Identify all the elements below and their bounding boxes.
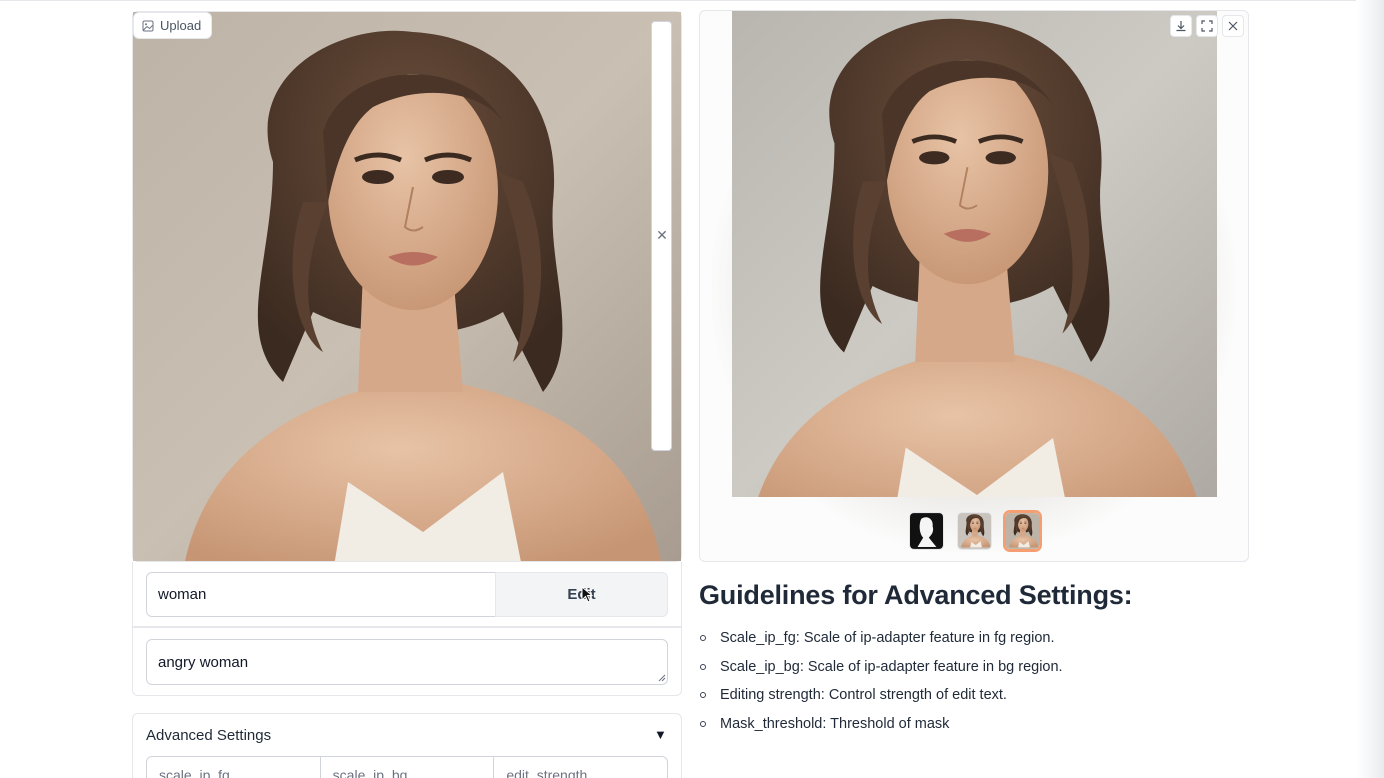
mouse-cursor-icon — [581, 586, 593, 603]
bullet-icon — [700, 692, 706, 699]
edit-strength-field[interactable]: edit_strength — [494, 757, 667, 778]
bullet-icon — [700, 721, 706, 728]
list-item: Mask_threshold: Threshold of mask — [700, 710, 1063, 739]
guidelines-list: Scale_ip_fg: Scale of ip-adapter feature… — [700, 624, 1063, 738]
list-item: Scale_ip_bg: Scale of ip-adapter feature… — [700, 653, 1063, 682]
gallery-toolbar — [1170, 15, 1244, 37]
scale-ip-bg-field[interactable]: scale_ip_bg — [321, 757, 495, 778]
close-icon[interactable]: ✕ — [655, 228, 669, 242]
scale-ip-fg-field[interactable]: scale_ip_fg — [147, 757, 321, 778]
input-image — [133, 12, 681, 561]
output-image[interactable] — [732, 11, 1217, 497]
gallery-thumbnails — [909, 510, 1042, 552]
guidelines-heading: Guidelines for Advanced Settings: — [699, 580, 1133, 610]
resize-grip-icon[interactable] — [657, 673, 666, 682]
fullscreen-icon[interactable] — [1196, 15, 1218, 37]
guideline-text: Scale_ip_bg: Scale of ip-adapter feature… — [720, 658, 1063, 675]
edit-prompt-textarea[interactable]: angry woman — [146, 639, 668, 685]
edited-thumbnail[interactable] — [1003, 510, 1042, 552]
image-icon — [142, 20, 154, 31]
original-thumbnail[interactable] — [957, 512, 992, 550]
page-scroll-edge — [1356, 0, 1384, 778]
target-object-input[interactable]: woman — [146, 572, 496, 617]
mask-thumbnail[interactable] — [909, 512, 944, 550]
advanced-settings-fields: scale_ip_fg scale_ip_bg edit_strength — [146, 756, 668, 778]
guideline-text: Editing strength: Control strength of ed… — [720, 687, 1007, 704]
guideline-text: Mask_threshold: Threshold of mask — [720, 716, 950, 733]
chevron-down-icon[interactable]: ▼ — [654, 727, 667, 742]
close-icon[interactable] — [1222, 15, 1244, 37]
guideline-text: Scale_ip_fg: Scale of ip-adapter feature… — [720, 630, 1055, 647]
bullet-icon — [700, 635, 706, 642]
download-icon[interactable] — [1170, 15, 1192, 37]
upload-label[interactable]: Upload — [133, 12, 213, 39]
advanced-settings-label[interactable]: Advanced Settings — [146, 727, 271, 744]
list-item: Scale_ip_fg: Scale of ip-adapter feature… — [700, 624, 1063, 653]
bullet-icon — [700, 663, 706, 670]
list-item: Editing strength: Control strength of ed… — [700, 681, 1063, 710]
upload-label-text: Upload — [160, 18, 202, 33]
